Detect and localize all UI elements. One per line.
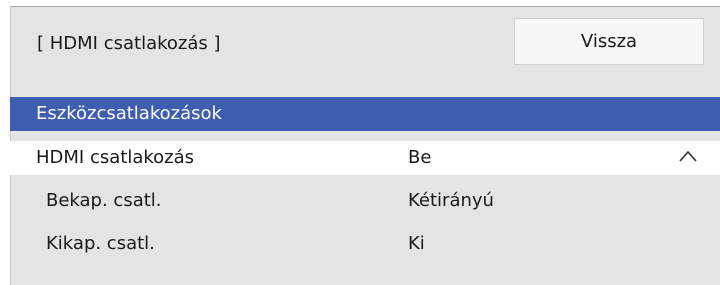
setting-row-hdmi-link[interactable]: HDMI csatlakozás Be	[10, 141, 720, 175]
setting-value: Kétirányú	[408, 190, 494, 211]
chevron-up-icon[interactable]	[678, 149, 698, 163]
setting-value: Be	[408, 147, 432, 168]
back-button[interactable]: Vissza	[514, 18, 704, 65]
setting-label: Bekap. csatl.	[46, 190, 162, 211]
page-title: [ HDMI csatlakozás ]	[37, 33, 221, 54]
section-header: Eszközcsatlakozások	[10, 97, 720, 131]
section-title: Eszközcsatlakozások	[36, 103, 222, 124]
setting-row-power-off-link[interactable]: Kikap. csatl. Ki	[10, 227, 720, 261]
setting-row-power-on-link[interactable]: Bekap. csatl. Kétirányú	[10, 184, 720, 218]
setting-value: Ki	[408, 233, 425, 254]
setting-label: Kikap. csatl.	[46, 233, 155, 254]
setting-label: HDMI csatlakozás	[36, 147, 195, 168]
